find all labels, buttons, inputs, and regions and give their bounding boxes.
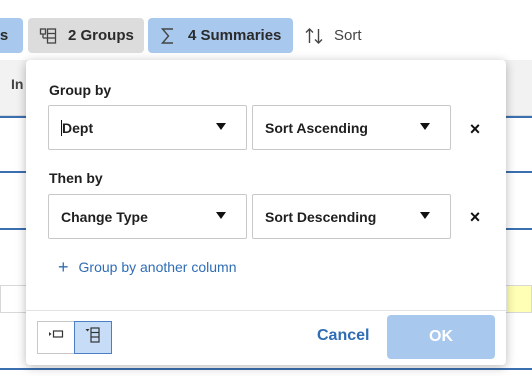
highlighted-cell [507,286,531,312]
group-by-popup: Group by Dept Sort Ascending × Then by C… [26,60,506,365]
groups-button[interactable]: 2 Groups [28,18,144,53]
close-icon: × [469,207,481,227]
sigma-icon [158,26,178,46]
group-column-value: Dept [62,119,94,136]
expanded-view-icon [84,326,102,349]
sort-label: Sort [334,27,362,44]
footer-divider [26,310,506,311]
group-order-select[interactable]: Sort Ascending [252,105,451,150]
grid-header-label: In [11,76,24,92]
group-icon [38,26,58,46]
grid-divider [0,368,532,370]
filters-label: rs [0,27,9,44]
group-column-select[interactable]: Dept [48,105,247,150]
then-order-value: Sort Descending [265,208,377,225]
caret-down-icon [420,123,430,130]
caret-down-icon [216,212,226,219]
summaries-label: 4 Summaries [188,27,282,44]
remove-then-button[interactable]: × [467,207,483,227]
add-group-link[interactable]: + Group by another column [58,257,237,277]
collapsed-view-toggle[interactable] [37,321,75,354]
cancel-button[interactable]: Cancel [317,327,369,345]
add-group-label: Group by another column [78,259,237,275]
sort-icon [304,26,324,46]
groups-label: 2 Groups [68,27,134,44]
group-order-value: Sort Ascending [265,119,368,136]
then-column-value: Change Type [61,208,148,225]
sort-button[interactable]: Sort [304,18,384,53]
then-order-select[interactable]: Sort Descending [252,194,451,239]
view-toolbar: rs 2 Groups 4 Summaries [0,0,532,60]
collapsed-view-icon [47,328,65,347]
then-by-heading: Then by [49,170,103,186]
then-column-select[interactable]: Change Type [48,194,247,239]
summaries-button[interactable]: 4 Summaries [148,18,293,53]
expanded-view-toggle[interactable] [74,321,112,354]
close-icon: × [469,119,481,139]
caret-down-icon [216,123,226,130]
group-by-heading: Group by [49,82,112,98]
ok-button[interactable]: OK [387,315,495,359]
remove-group-button[interactable]: × [467,119,483,139]
plus-icon: + [58,257,69,277]
filters-button[interactable]: rs [0,18,23,53]
caret-down-icon [420,212,430,219]
